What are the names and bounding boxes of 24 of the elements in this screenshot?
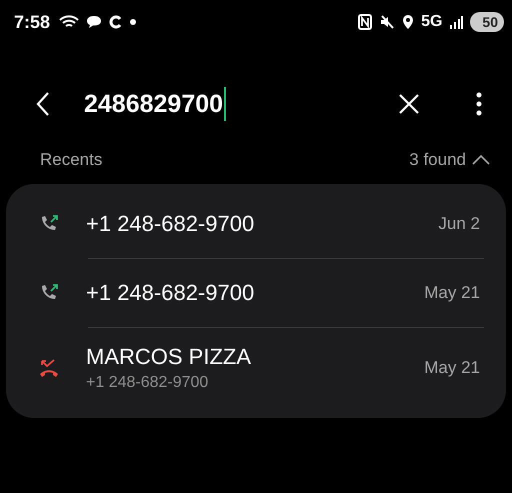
call-log-item[interactable]: +1 248-682-9700 May 21 bbox=[6, 259, 506, 327]
call-date: May 21 bbox=[424, 283, 480, 303]
location-icon bbox=[402, 14, 414, 30]
search-field[interactable]: 2486829700 bbox=[84, 84, 394, 124]
section-header: Recents bbox=[40, 150, 102, 170]
notification-dot-icon bbox=[130, 19, 136, 25]
phone-number: +1 248-682-9700 bbox=[86, 374, 210, 392]
results-toggle[interactable]: 3 found bbox=[409, 150, 490, 170]
chat-bubble-icon bbox=[86, 15, 102, 29]
call-date: May 21 bbox=[424, 358, 480, 378]
contact-name: MARCOS PIZZA bbox=[86, 344, 252, 370]
more-icon bbox=[476, 92, 482, 116]
battery-indicator: 50 bbox=[470, 12, 504, 32]
status-time: 7:58 bbox=[14, 12, 50, 32]
contact-name: +1 248-682-9700 bbox=[86, 280, 256, 306]
signal-icon bbox=[449, 15, 464, 29]
contact-name: +1 248-682-9700 bbox=[86, 211, 256, 237]
nfc-icon bbox=[358, 14, 372, 30]
app-c-icon bbox=[109, 15, 124, 29]
call-log-item[interactable]: MARCOS PIZZA +1 248-682-9700 May 21 bbox=[6, 328, 506, 408]
muted-speaker-icon bbox=[379, 14, 396, 30]
network-type: 5G bbox=[421, 13, 442, 31]
call-date: Jun 2 bbox=[438, 214, 480, 234]
call-log-item[interactable]: +1 248-682-9700 Jun 2 bbox=[6, 190, 506, 258]
